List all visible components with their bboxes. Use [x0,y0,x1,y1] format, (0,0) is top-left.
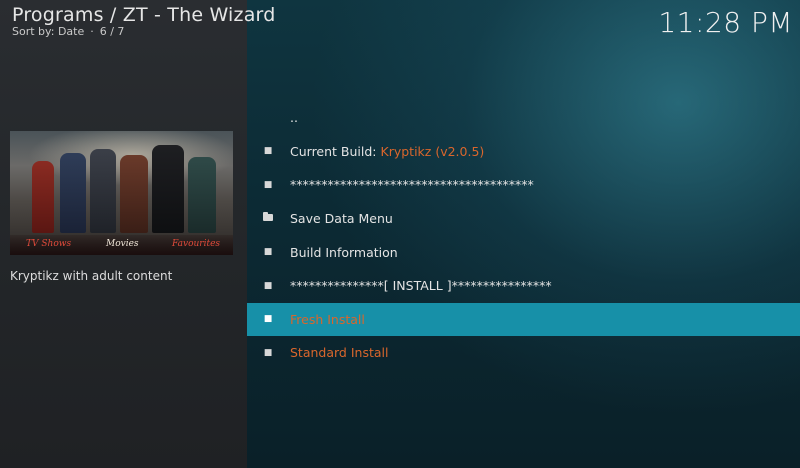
bullet-icon: ■ [263,280,273,291]
list-item-fresh-install[interactable]: ■ Fresh Install [247,302,800,337]
sort-label: Sort by: Date [12,25,85,38]
clock: 11:28 PM [658,6,793,39]
thumbnail-figure [188,157,216,233]
list-item-label: Standard Install [290,345,389,361]
list-item-divider[interactable]: ■ **************************************… [247,168,800,202]
list-item-save-data-menu[interactable]: Save Data Menu [247,202,800,236]
wizard-menu-list: .. ■ Current Build: Kryptikz (v2.0.5) ■ … [247,101,800,370]
thumbnail-label: TV Shows [26,239,72,249]
list-item-label: Fresh Install [290,311,365,327]
list-item-label: ***************[ INSTALL ]**************… [290,278,552,294]
thumbnail-figure [120,155,148,233]
thumbnail-label: Movies [106,239,139,249]
sort-separator: · [90,25,94,38]
list-item-label: Save Data Menu [290,211,393,227]
list-item-install-header[interactable]: ■ ***************[ INSTALL ]************… [247,269,800,303]
list-item-standard-install[interactable]: ■ Standard Install [247,336,800,370]
bullet-icon: ■ [263,179,273,190]
thumbnail-figure [90,149,116,233]
thumbnail-label: Favourites [172,239,221,249]
build-description: Kryptikz with adult content [10,269,173,283]
list-item-build-information[interactable]: ■ Build Information [247,235,800,269]
folder-icon [262,211,274,224]
list-item-label: Build Information [290,244,398,260]
bullet-icon: ■ [263,347,273,358]
bullet-icon: ■ [263,314,273,325]
list-item-label: Current Build: Kryptikz (v2.0.5) [290,144,484,159]
sort-info[interactable]: Sort by: Date · 6 / 7 [12,25,124,38]
build-thumbnail: TV Shows Movies Favourites [10,131,233,255]
page-title: Programs / ZT - The Wizard [12,4,276,26]
bullet-icon: ■ [263,247,273,258]
current-build-label: Current Build: [290,143,381,159]
list-item-label: .. [290,110,298,126]
list-item-label: *************************************** [290,177,534,193]
kodi-screen: Programs / ZT - The Wizard Sort by: Date… [0,0,800,468]
bullet-icon: ■ [263,146,273,157]
thumbnail-figure [60,153,86,233]
list-item-parent[interactable]: .. [247,101,800,135]
item-position: 6 / 7 [99,25,125,38]
current-build-value: Kryptikz (v2.0.5) [380,143,485,159]
thumbnail-figure [152,145,184,233]
thumbnail-figure [32,161,54,233]
list-item-current-build[interactable]: ■ Current Build: Kryptikz (v2.0.5) [247,135,800,169]
